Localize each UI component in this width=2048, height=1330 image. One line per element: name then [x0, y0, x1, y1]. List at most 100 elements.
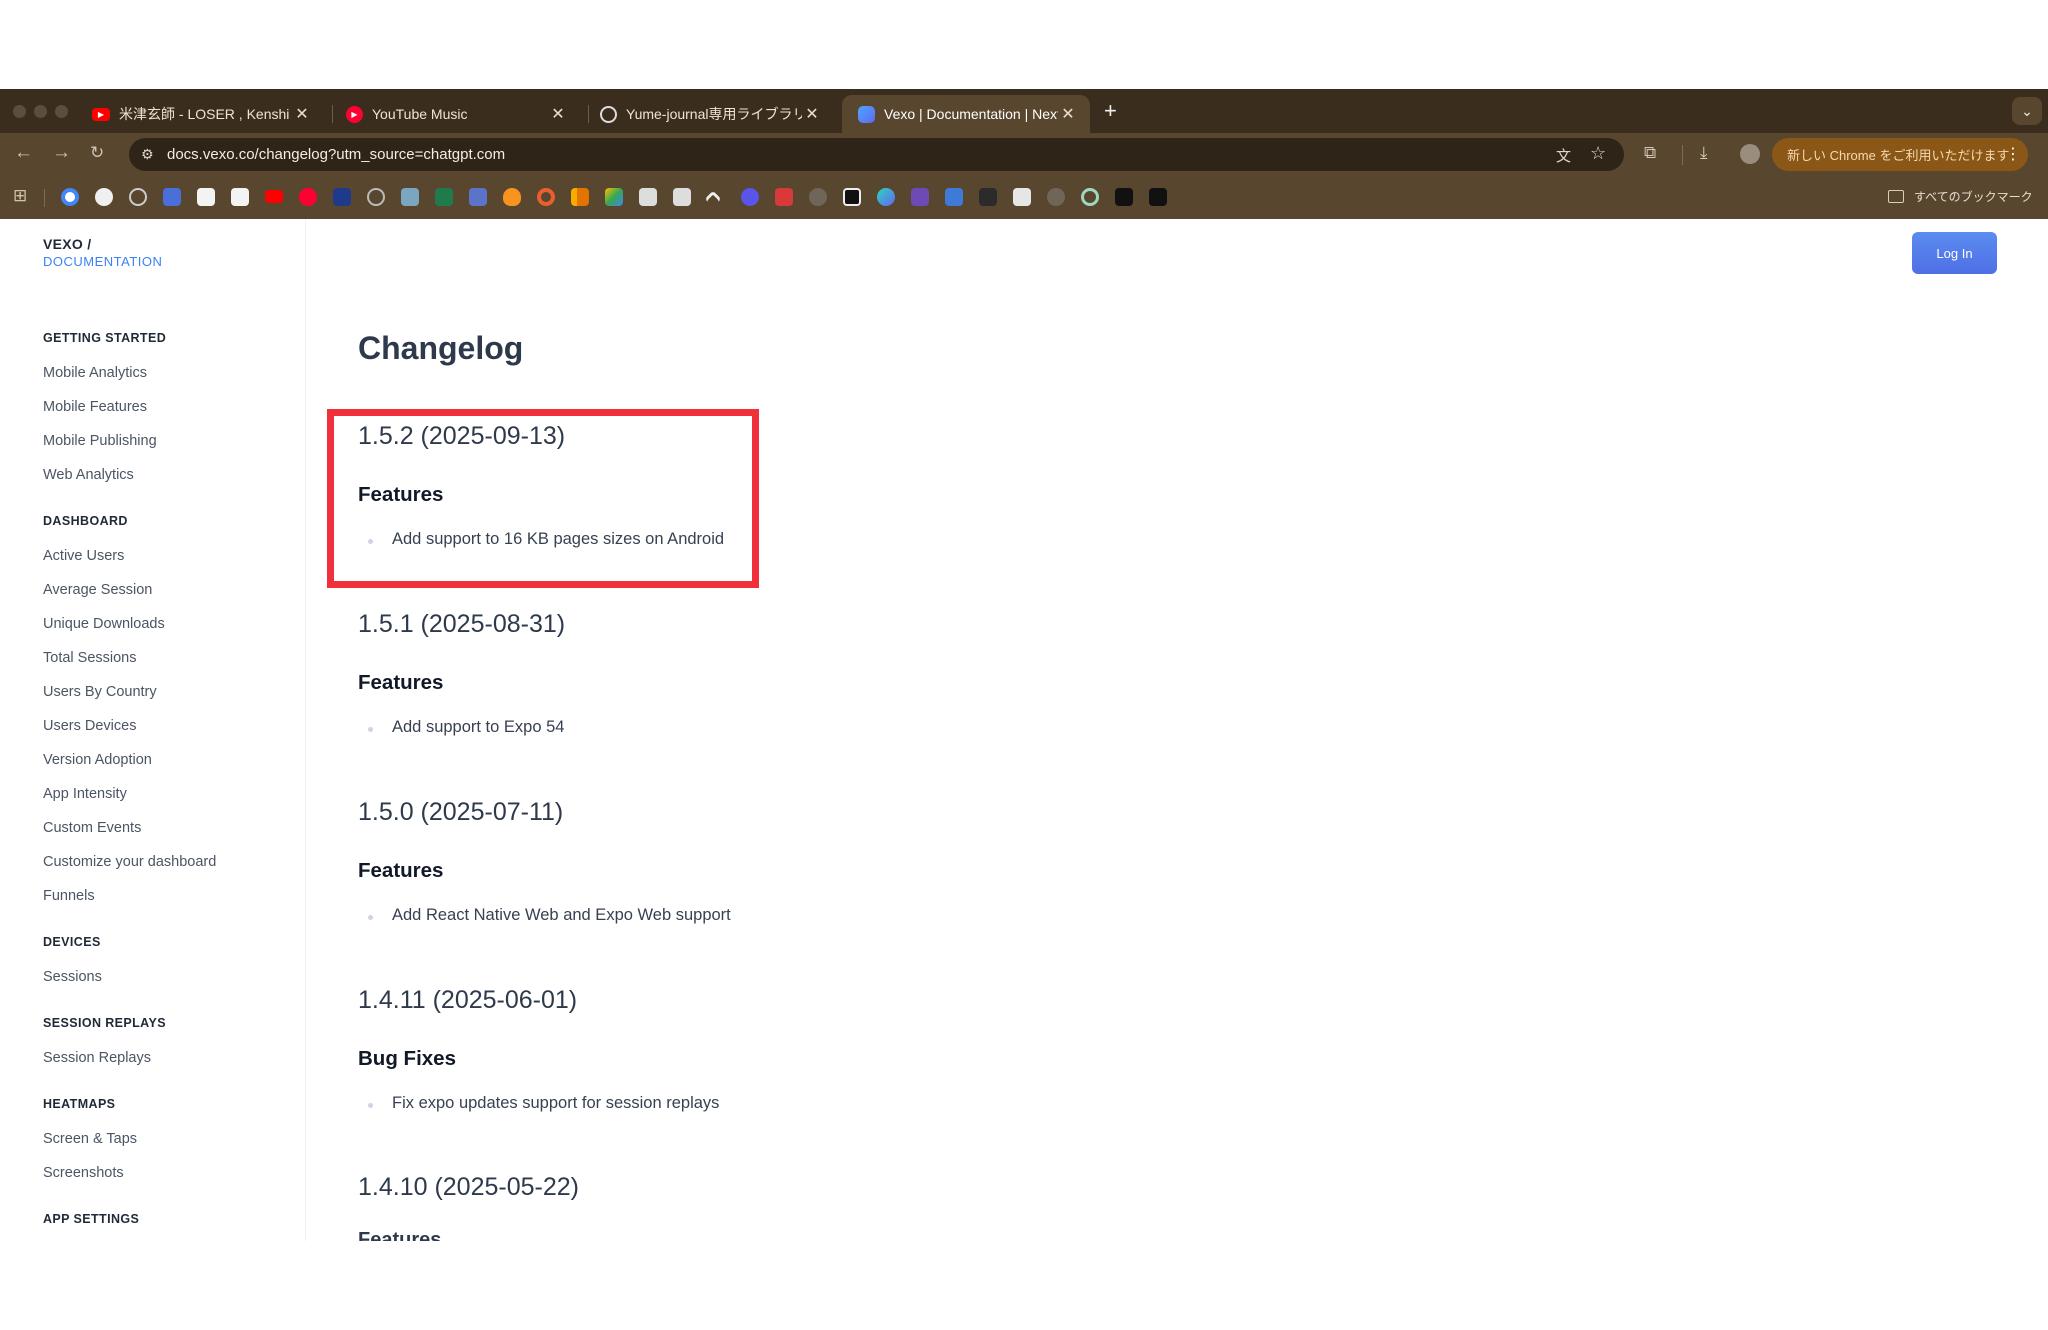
apps-grid-icon[interactable]: ⊞ — [13, 186, 27, 206]
nav-heading-getting-started: GETTING STARTED — [43, 331, 167, 345]
bookmark-icon[interactable] — [843, 188, 861, 206]
bookmark-icon[interactable] — [537, 188, 555, 206]
more-menu-icon[interactable]: ⋮ — [2005, 144, 2021, 164]
tab-vexo-documentation[interactable]: Vexo | Documentation | Next ✕ — [842, 95, 1090, 133]
nav-heading-dashboard: DASHBOARD — [43, 514, 128, 528]
close-tab-icon[interactable]: ✕ — [1058, 104, 1078, 124]
tab-title: YouTube Music — [372, 106, 468, 122]
bookmark-icon[interactable] — [469, 188, 487, 206]
extensions-icon[interactable]: ⧉ — [1644, 143, 1656, 163]
release-note-item: Add React Native Web and Expo Web suppor… — [392, 906, 731, 924]
nav-item-mobile-features[interactable]: Mobile Features — [43, 399, 147, 415]
nav-heading-heatmaps: HEATMAPS — [43, 1097, 116, 1111]
url-text[interactable]: docs.vexo.co/changelog?utm_source=chatgp… — [167, 146, 505, 163]
chatgpt-bookmark-icon[interactable] — [129, 188, 147, 206]
nav-item-unique-downloads[interactable]: Unique Downloads — [43, 616, 165, 632]
youtube-bookmark-icon[interactable] — [265, 190, 283, 203]
zoom-window-button[interactable] — [55, 105, 68, 118]
google-bookmark-icon[interactable] — [61, 188, 79, 206]
bookmark-icon[interactable] — [775, 188, 793, 206]
bookmark-icon[interactable] — [503, 188, 521, 206]
bookmark-icon[interactable] — [435, 188, 453, 206]
nav-item-average-session[interactable]: Average Session — [43, 582, 152, 598]
nav-heading-devices: DEVICES — [43, 935, 101, 949]
nav-item-screen-taps[interactable]: Screen & Taps — [43, 1131, 137, 1147]
reload-icon[interactable]: ↻ — [90, 143, 104, 163]
bookmark-icon[interactable] — [367, 188, 385, 206]
release-version: 1.4.11 (2025-06-01) — [358, 986, 578, 1014]
google-drive-bookmark-icon[interactable] — [605, 188, 623, 206]
minimize-window-button[interactable] — [34, 105, 47, 118]
tab-yume-journal[interactable]: Yume-journal専用ライブラリ ✕ — [584, 95, 834, 133]
close-tab-icon[interactable]: ✕ — [292, 104, 312, 124]
amazon-bookmark-icon[interactable] — [231, 188, 249, 206]
nav-item-version-adoption[interactable]: Version Adoption — [43, 752, 152, 768]
nav-item-mobile-publishing[interactable]: Mobile Publishing — [43, 433, 157, 449]
translate-bookmark-icon[interactable] — [163, 188, 181, 206]
bookmark-icon[interactable] — [401, 188, 419, 206]
nav-item-active-users[interactable]: Active Users — [43, 548, 124, 564]
bookmark-icon[interactable] — [333, 188, 351, 206]
tiktok-bookmark-icon[interactable] — [1115, 188, 1133, 206]
all-bookmarks-link[interactable]: すべてのブックマーク — [1914, 188, 2033, 205]
close-tab-icon[interactable]: ✕ — [802, 104, 822, 124]
youtube-music-bookmark-icon[interactable] — [299, 188, 317, 206]
vexo-icon — [858, 105, 875, 123]
address-bar[interactable]: ⚙ docs.vexo.co/changelog?utm_source=chat… — [129, 138, 1624, 171]
bookmarks-bar: ⊞ すべてのブックマーク — [0, 175, 2048, 219]
bookmark-icon[interactable] — [911, 188, 929, 206]
nav-item-web-analytics[interactable]: Web Analytics — [43, 467, 134, 483]
new-tab-button[interactable]: + — [1104, 98, 1117, 124]
brand-subtitle: DOCUMENTATION — [43, 254, 163, 269]
close-window-button[interactable] — [13, 105, 26, 118]
apple-bookmark-icon[interactable] — [1047, 188, 1065, 206]
nav-item-users-by-country[interactable]: Users By Country — [43, 684, 157, 700]
tab-title: Vexo | Documentation | Next — [884, 106, 1058, 122]
release-section-heading: Features — [358, 859, 444, 882]
nav-item-mobile-analytics[interactable]: Mobile Analytics — [43, 365, 147, 381]
bookmark-icon[interactable] — [1081, 188, 1099, 206]
amazon-bookmark-icon[interactable] — [197, 188, 215, 206]
github-bookmark-icon[interactable] — [95, 188, 113, 206]
download-icon[interactable]: ⤓ — [1700, 143, 1708, 163]
tab-youtube-music[interactable]: ▶ YouTube Music ✕ — [330, 95, 580, 133]
nav-item-custom-events[interactable]: Custom Events — [43, 820, 141, 836]
close-tab-icon[interactable]: ✕ — [548, 104, 568, 124]
apple-bookmark-icon[interactable] — [809, 188, 827, 206]
release-version: 1.5.0 (2025-07-11) — [358, 798, 564, 826]
list-bullet — [368, 727, 373, 732]
forward-icon[interactable]: → — [52, 142, 71, 164]
terminal-bookmark-icon[interactable] — [979, 188, 997, 206]
nav-item-session-replays[interactable]: Session Replays — [43, 1050, 151, 1066]
nav-item-users-devices[interactable]: Users Devices — [43, 718, 136, 734]
brand[interactable]: VEXO / DOCUMENTATION — [43, 236, 162, 269]
analytics-bookmark-icon[interactable] — [571, 188, 589, 206]
nav-item-sessions[interactable]: Sessions — [43, 969, 102, 985]
nav-item-customize-dashboard[interactable]: Customize your dashboard — [43, 854, 216, 870]
back-icon[interactable]: ← — [14, 142, 33, 164]
bookmark-icon[interactable] — [945, 188, 963, 206]
page-title: Changelog — [358, 330, 524, 366]
list-bullet — [368, 1103, 373, 1108]
chrome-update-button[interactable]: 新しい Chrome をご利用いただけます ⋮ — [1772, 138, 2028, 171]
nav-item-total-sessions[interactable]: Total Sessions — [43, 650, 137, 666]
nav-item-screenshots[interactable]: Screenshots — [43, 1165, 124, 1181]
brand-name: VEXO / — [43, 236, 92, 252]
translate-icon[interactable]: 文 — [1556, 145, 1571, 166]
nav-item-app-intensity[interactable]: App Intensity — [43, 786, 127, 802]
toolbar: ← → ↻ ⚙ docs.vexo.co/changelog?utm_sourc… — [0, 133, 2048, 175]
bookmark-icon[interactable] — [1013, 188, 1031, 206]
nav-item-funnels[interactable]: Funnels — [43, 888, 95, 904]
tab-search-button[interactable]: ⌄ — [2012, 97, 2042, 125]
tiktok-bookmark-icon[interactable] — [1149, 188, 1167, 206]
bookmark-icon[interactable] — [877, 188, 895, 206]
bookmark-star-icon[interactable]: ☆ — [1590, 143, 1606, 164]
toolbar-divider — [1682, 145, 1683, 165]
bookmark-icon[interactable] — [741, 188, 759, 206]
bookmark-icon[interactable] — [704, 190, 722, 208]
site-settings-icon[interactable]: ⚙ — [141, 146, 154, 163]
profile-avatar[interactable] — [1740, 144, 1760, 164]
bookmark-icon[interactable] — [673, 188, 691, 206]
bookmark-icon[interactable] — [639, 188, 657, 206]
tab-youtube-loser[interactable]: ▶ 米津玄師 - LOSER , Kenshi Yon ✕ — [76, 95, 324, 133]
